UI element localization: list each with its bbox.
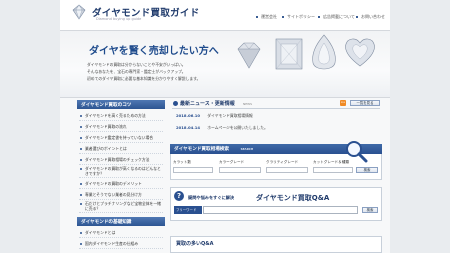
nav-policy[interactable]: サイトポリシー	[282, 14, 315, 20]
qa-prefix: 疑問や悩みをすぐに解決	[188, 195, 235, 200]
search-subtitle: SEARCH	[240, 147, 254, 151]
search-button[interactable]: 検索	[356, 167, 378, 173]
news-item-2[interactable]: 2018.04.14 ホームページを公開いたしました。	[176, 125, 268, 131]
qa-keyword-input[interactable]	[203, 206, 358, 214]
sidebar-item-2[interactable]: ダイヤモンド買取の流れ	[79, 123, 163, 132]
sidebar-item-basics-1[interactable]: ダイヤモンドとは	[79, 229, 163, 238]
qa-title: ダイヤモンド買取Q&A	[256, 194, 330, 202]
hero-title: ダイヤを賢く売却したい方へ	[89, 46, 219, 57]
hero-text-line-1: ダイヤモンドの買取は分からないことや不安がいっぱい。	[87, 62, 186, 67]
round-diamond-icon	[237, 42, 261, 69]
news-tag: NEWS	[243, 102, 253, 106]
keyword-label: フリーワード	[174, 206, 202, 214]
clarity-select[interactable]	[266, 167, 308, 173]
sidebar-heading-tips: ダイヤモンド買取のコツ	[77, 100, 165, 109]
cut-select[interactable]	[313, 167, 353, 173]
news-item-1[interactable]: 2018.06.10 ダイヤモンド買取相場情報	[176, 113, 253, 119]
search-title: ダイヤモンド買取相場検索	[174, 147, 229, 152]
sidebar-item-7[interactable]: ダイヤモンドの買取のデメリット	[79, 180, 163, 189]
hero-text-line-2: そんなあなたを、宝石の専門家・鑑定士がバックアップ。	[87, 69, 186, 74]
news-divider	[172, 108, 380, 109]
sidebar-item-8[interactable]: 専業とそうでない業者の見分け方	[79, 191, 163, 200]
diamond-logo-icon	[72, 4, 86, 20]
qa-search-button[interactable]: 検索	[362, 207, 378, 213]
sidebar-item-5[interactable]: ダイヤモンド買取相場のチェック方法	[79, 156, 163, 165]
news-text-2[interactable]: ホームページを公開いたしました。	[207, 125, 268, 130]
heart-diamond-icon	[345, 38, 375, 67]
nav-ads[interactable]: 広告掲載について	[318, 14, 355, 20]
question-icon: ?	[174, 191, 184, 201]
sidebar-item-1[interactable]: ダイヤモンドを高く売るための方法	[79, 112, 163, 121]
search-label-carat: カラット数	[173, 160, 191, 164]
news-date-1: 2018.06.10	[176, 113, 201, 118]
princess-diamond-icon	[275, 38, 303, 70]
hero-text-line-3: 初めてのダイヤ買取に必要な基本知識を分かりやすく解説します。	[87, 76, 201, 81]
sidebar-item-6[interactable]: ダイヤモンドの買取が高くなるのはどんなときですか？	[79, 165, 163, 178]
search-label-color: カラーグレード	[219, 160, 245, 164]
rss-icon[interactable]: RSS	[340, 100, 346, 106]
search-label-cut: カットグレード＆種類	[313, 160, 349, 164]
sidebar-item-4[interactable]: 業者選びのポイントとは	[79, 145, 163, 154]
sidebar-item-9[interactable]: 石だけとプラチナリングなど宝物全体を一緒に売る？	[79, 200, 163, 213]
site-logo-subtitle: Diamond buying up guide	[96, 17, 142, 21]
sidebar-heading-basics: ダイヤモンドの基礎知識	[77, 217, 165, 226]
news-title: 最新ニュース・更新情報	[180, 101, 235, 107]
sidebar-item-basics-2[interactable]: 国内ダイヤモンド生産の仕組み	[79, 240, 163, 249]
news-bullet-icon	[173, 101, 178, 106]
news-text-1[interactable]: ダイヤモンド買取相場情報	[207, 113, 252, 118]
news-list-button[interactable]: 一覧を見る	[350, 100, 380, 106]
nav-contact[interactable]: お問い合わせ	[356, 14, 385, 20]
search-label-clarity: クラリティグレード	[266, 160, 299, 164]
nav-company[interactable]: 運営会社	[256, 14, 277, 20]
carat-select[interactable]	[173, 167, 213, 173]
news-date-2: 2018.04.14	[176, 125, 201, 130]
bottom-title: 買取の多いQ&A	[176, 241, 214, 247]
color-select[interactable]	[219, 167, 261, 173]
sidebar-item-3[interactable]: ダイヤモンド鑑定書を持っていない場合	[79, 134, 163, 143]
pear-diamond-icon	[312, 34, 336, 70]
